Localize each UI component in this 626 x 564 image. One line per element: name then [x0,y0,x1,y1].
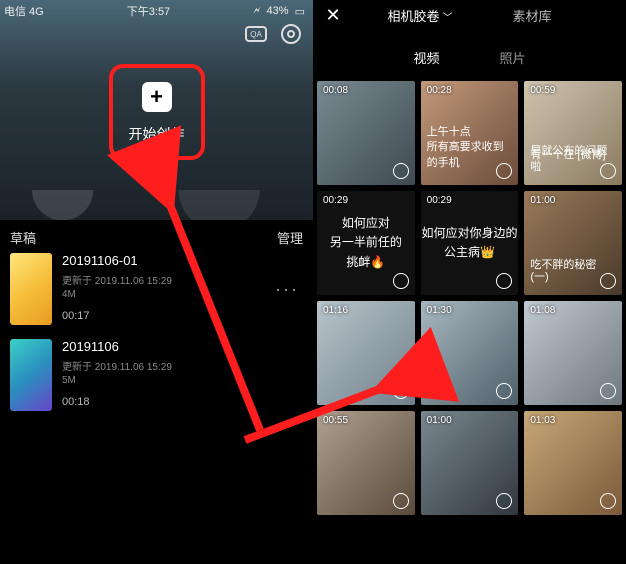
draft-title: 草稿 [10,228,36,247]
select-circle-icon[interactable] [496,273,512,289]
media-clip[interactable]: 01:00 [421,411,519,515]
draft-item-title: 20191106 [62,339,303,354]
clip-duration: 00:59 [530,85,555,96]
status-time: 下午3:57 [127,3,170,19]
media-grid: 00:08 00:28 上午十点所有高要求收到的手机00:59有一个在 [微博]早就… [313,81,626,515]
select-circle-icon[interactable] [393,273,409,289]
draft-item-size: 5M [62,375,303,386]
draft-item[interactable]: 20191106-01 更新于 2019.11.06 15:29 4M 00:1… [10,253,303,325]
draft-item-updated: 更新于 2019.11.06 15:29 [62,358,303,373]
draft-item-updated: 更新于 2019.11.06 15:29 [62,272,265,287]
draft-item-duration: 00:18 [62,396,303,408]
select-circle-icon[interactable] [393,383,409,399]
draft-thumbnail [10,253,52,325]
editor-app-panel: 电信 4G 下午3:57 🗲 43% ▭ QA + 开始创作 草稿 管理 20 [0,0,313,564]
manage-button[interactable]: 管理 [277,228,303,247]
clip-duration: 01:00 [530,195,555,206]
draft-item-title: 20191106-01 [62,253,265,268]
status-bar: 电信 4G 下午3:57 🗲 43% ▭ [0,0,313,22]
media-clip[interactable]: 00:29 如何应对你身边的公主病👑 [421,191,519,295]
tab-camera-roll[interactable]: 相机胶卷﹀ [387,6,452,25]
clip-duration: 01:00 [427,415,452,426]
media-clip[interactable]: 01:16 [317,301,415,405]
select-circle-icon[interactable] [393,493,409,509]
select-circle-icon[interactable] [393,163,409,179]
media-clip[interactable]: 01:30 [421,301,519,405]
clip-caption: 早就公布的问题啦 [530,144,616,175]
clip-text: 如何应对你身边的公主病👑 [421,224,517,262]
draft-thumbnail [10,339,52,411]
plus-icon: + [142,82,172,112]
draft-section-header: 草稿 管理 [0,220,313,253]
media-clip[interactable]: 00:28 上午十点所有高要求收到的手机 [421,81,519,185]
clip-text: 如何应对另一半前任的挑衅🔥 [330,214,402,272]
select-circle-icon[interactable] [600,493,616,509]
chevron-down-icon: ﹀ [443,13,453,24]
media-clip[interactable]: 01:03 [524,411,622,515]
draft-item-duration: 00:17 [62,310,265,322]
clip-duration: 01:03 [530,415,555,426]
clip-caption: 上午十点所有高要求收到的手机 [427,125,513,171]
create-label: 开始创作 [129,124,185,144]
status-carrier: 电信 4G [4,3,44,19]
media-picker-panel: ✕ 相机胶卷﹀ 素材库 视频 照片 00:0800:28上午十点所有高要求收到的… [313,0,626,564]
clip-duration: 00:29 [427,195,452,206]
media-clip[interactable]: 00:29 如何应对另一半前任的挑衅🔥 [317,191,415,295]
clip-caption: (一) [530,270,616,285]
draft-item[interactable]: 20191106 更新于 2019.11.06 15:29 5M 00:18 [10,339,303,411]
clip-duration: 00:28 [427,85,452,96]
subtab-video[interactable]: 视频 [413,48,439,67]
clip-duration: 01:30 [427,305,452,316]
clip-duration: 00:29 [323,195,348,206]
select-circle-icon[interactable] [496,493,512,509]
select-circle-icon[interactable] [600,383,616,399]
settings-icon[interactable] [281,24,301,44]
clip-duration: 00:08 [323,85,348,96]
status-battery: 🗲 43% ▭ [253,5,305,18]
clip-duration: 01:16 [323,305,348,316]
create-button[interactable]: + 开始创作 [109,64,205,160]
media-clip[interactable]: 01:00吃不胖的秘密(一) [524,191,622,295]
media-clip[interactable]: 00:55 [317,411,415,515]
hero-area: 电信 4G 下午3:57 🗲 43% ▭ QA + 开始创作 [0,0,313,220]
tab-material-library[interactable]: 素材库 [513,6,552,25]
select-circle-icon[interactable] [496,383,512,399]
clip-duration: 01:08 [530,305,555,316]
subtab-photo[interactable]: 照片 [500,48,526,67]
media-clip[interactable]: 01:08 [524,301,622,405]
feedback-icon[interactable]: QA [245,26,267,42]
media-clip[interactable]: 00:59有一个在 [微博]早就公布的问题啦 [524,81,622,185]
clip-duration: 00:55 [323,415,348,426]
media-clip[interactable]: 00:08 [317,81,415,185]
more-icon[interactable]: ··· [275,279,303,300]
draft-item-size: 4M [62,289,265,300]
